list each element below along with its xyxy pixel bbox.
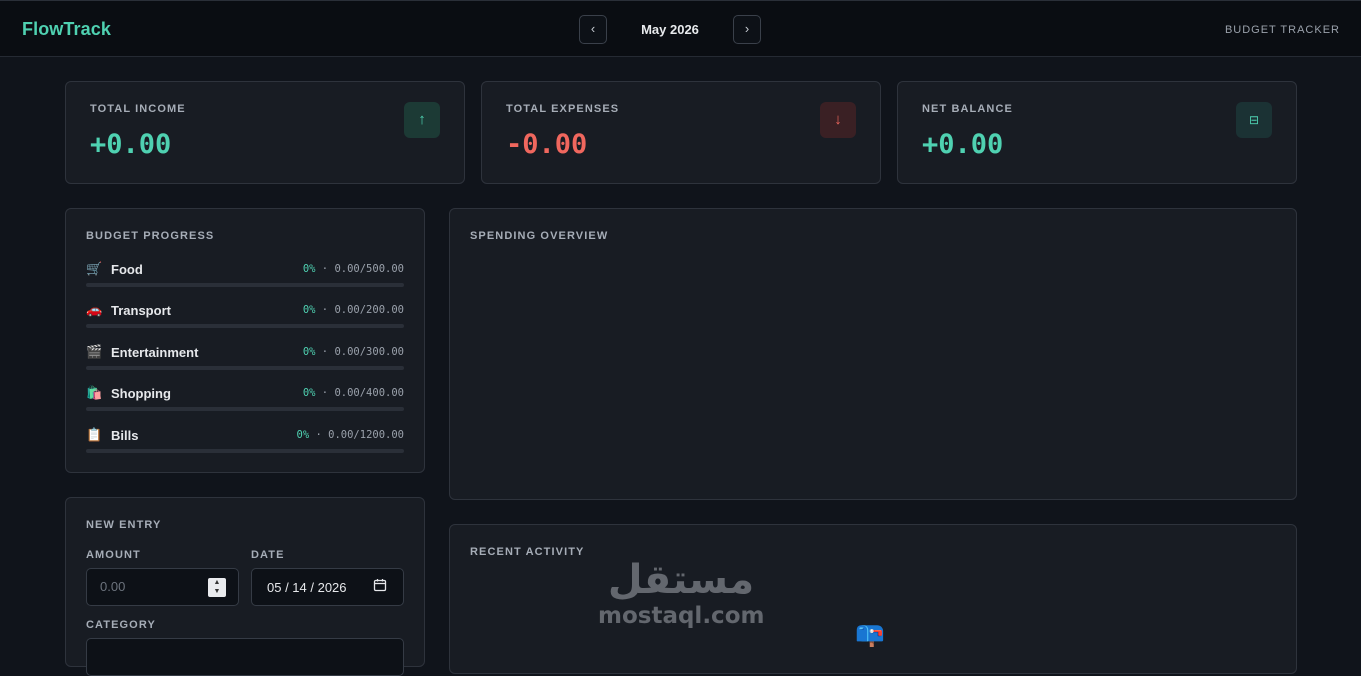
category-emoji-icon: 📋 (86, 427, 103, 442)
budget-progress-bar (86, 324, 404, 328)
chevron-right-icon: › (744, 21, 750, 36)
budget-spent-limit: 0.00/500.00 (334, 263, 404, 275)
top-bar: FlowTrack ‹ May 2026 › BUDGET TRACKER (0, 0, 1361, 57)
amount-field[interactable]: ▲▼ (86, 568, 239, 606)
budget-spent-limit: 0.00/300.00 (334, 346, 404, 358)
empty-mailbox-icon: 📪 (855, 621, 885, 648)
total-income-card: TOTAL INCOME +0.00 ↑ (65, 81, 465, 184)
budget-progress-bar (86, 449, 404, 453)
total-expenses-card: TOTAL EXPENSES -0.00 ↓ (481, 81, 881, 184)
date-label: DATE (251, 549, 285, 561)
category-emoji-icon: 🚗 (86, 302, 103, 317)
budget-amount: 0% · 0.00/1200.00 (297, 429, 405, 441)
net-balance-value: +0.00 (922, 129, 1004, 160)
category-emoji-icon: 🛍️ (86, 385, 103, 400)
recent-activity-card: RECENT ACTIVITY (449, 524, 1297, 674)
prev-month-button[interactable]: ‹ (579, 15, 607, 44)
brand-logo[interactable]: FlowTrack (22, 19, 111, 40)
budget-row-entertainment: 🎬 Entertainment 0% · 0.00/300.00 (86, 344, 404, 374)
budget-progress-card: BUDGET PROGRESS 🛒 Food 0% · 0.00/500.00 🚗 Tr… (65, 208, 425, 473)
app-subtitle: BUDGET TRACKER (1224, 24, 1340, 36)
budget-separator: · (315, 429, 322, 441)
budget-percent: 0% (302, 304, 316, 316)
budget-row-bills: 📋 Bills 0% · 0.00/1200.00 (86, 427, 404, 457)
budget-amount: 0% · 0.00/400.00 (303, 387, 404, 399)
budget-separator: · (321, 387, 329, 399)
budget-row-transport: 🚗 Transport 0% · 0.00/200.00 (86, 302, 404, 332)
net-balance-card: NET BALANCE +0.00 ⊟ (897, 81, 1297, 184)
arrow-down-icon: ↓ (820, 102, 856, 138)
new-entry-card: NEW ENTRY AMOUNT ▲▼ DATE 05 / 14 / 2026 … (65, 497, 425, 676)
total-expenses-value: -0.00 (506, 129, 588, 160)
total-expenses-label: TOTAL EXPENSES (506, 103, 620, 115)
watermark: مستقل mostaql.com (598, 556, 764, 628)
date-value: 05 / 14 / 2026 (267, 580, 347, 595)
new-entry-title: NEW ENTRY (86, 519, 162, 531)
balance-icon: ⊟ (1236, 102, 1272, 138)
budget-separator: · (321, 346, 329, 358)
calendar-icon[interactable] (373, 578, 387, 595)
budget-spent-limit: 0.00/400.00 (334, 387, 404, 399)
budget-row-food: 🛒 Food 0% · 0.00/500.00 (86, 261, 404, 291)
budget-progress-bar (86, 283, 404, 287)
arrow-up-icon: ↑ (404, 102, 440, 138)
budget-separator: · (321, 304, 329, 316)
budget-row-shopping: 🛍️ Shopping 0% · 0.00/400.00 (86, 385, 404, 415)
category-emoji-icon: 🛒 (86, 261, 103, 276)
recent-activity-title: RECENT ACTIVITY (470, 546, 585, 558)
budget-amount: 0% · 0.00/300.00 (303, 346, 404, 358)
budget-progress-bar (86, 366, 404, 370)
watermark-logo: مستقل (607, 557, 755, 603)
spending-overview-title: SPENDING OVERVIEW (470, 230, 609, 242)
budget-amount: 0% · 0.00/500.00 (303, 263, 404, 275)
budget-percent: 0% (296, 429, 310, 441)
category-select[interactable] (86, 638, 404, 676)
total-income-value: +0.00 (90, 129, 172, 160)
budget-category-name: Entertainment (111, 345, 199, 360)
budget-category-name: Food (111, 262, 143, 277)
date-field[interactable]: 05 / 14 / 2026 (251, 568, 404, 606)
amount-input[interactable] (100, 579, 200, 594)
chevron-left-icon: ‹ (590, 21, 596, 36)
amount-stepper[interactable]: ▲ ▼ (208, 578, 226, 597)
budget-category-name: Transport (111, 303, 171, 318)
category-label: CATEGORY (86, 619, 156, 631)
net-balance-label: NET BALANCE (922, 103, 1013, 115)
next-month-button[interactable]: › (733, 15, 761, 44)
budget-category-name: Shopping (111, 386, 171, 401)
total-income-label: TOTAL INCOME (90, 103, 186, 115)
budget-separator: · (321, 263, 329, 275)
category-emoji-icon: 🎬 (86, 344, 103, 359)
budget-spent-limit: 0.00/200.00 (334, 304, 404, 316)
spending-overview-card: SPENDING OVERVIEW (449, 208, 1297, 500)
amount-label: AMOUNT (86, 549, 141, 561)
budget-progress-title: BUDGET PROGRESS (86, 230, 215, 242)
budget-amount: 0% · 0.00/200.00 (303, 304, 404, 316)
budget-category-name: Bills (111, 428, 139, 443)
month-navigator: ‹ May 2026 › (579, 15, 761, 44)
budget-progress-bar (86, 407, 404, 411)
budget-percent: 0% (302, 387, 316, 399)
watermark-url: mostaql.com (598, 603, 765, 629)
budget-spent-limit: 0.00/1200.00 (328, 429, 404, 441)
current-month-label: May 2026 (641, 22, 699, 37)
budget-percent: 0% (302, 263, 316, 275)
budget-percent: 0% (302, 346, 316, 358)
